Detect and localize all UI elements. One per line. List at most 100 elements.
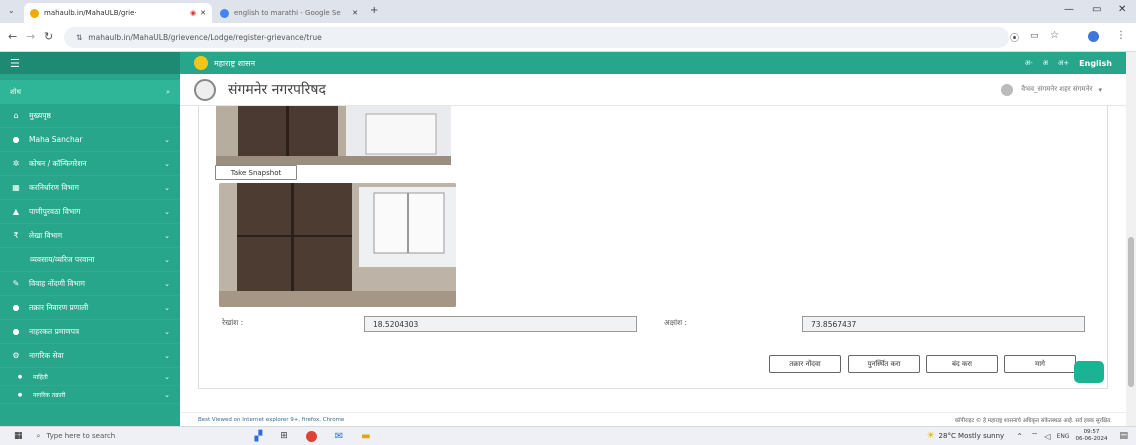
minimize-icon[interactable]: — <box>1064 4 1074 15</box>
browser-tab-active[interactable]: mahaulb.in/MahaULB/grie· ◉ ✕ <box>24 3 212 23</box>
cast-icon[interactable]: ▭ <box>1030 31 1039 41</box>
profile-icon[interactable] <box>1088 31 1099 42</box>
language-toggle[interactable]: English <box>1079 59 1112 68</box>
weather-icon: ☀ <box>926 431 935 441</box>
reload-icon[interactable]: ↻ <box>44 30 53 43</box>
sidebar-subitem-citizen-complaints[interactable]: ● नागरिक तक्रारी ⌄ <box>0 386 180 404</box>
taskview-icon[interactable]: ⊞ <box>280 431 288 441</box>
sidebar-item-grievance[interactable]: ● तक्रार निवारण प्रणाली ⌄ <box>0 296 180 320</box>
widgets-icon[interactable]: ▞ <box>255 431 263 442</box>
font-increase-button[interactable]: अ+ <box>1058 59 1069 68</box>
sidebar-item-noc[interactable]: ● नाहरकत प्रमाणपत्र ⌄ <box>0 320 180 344</box>
home-icon: ⌂ <box>13 111 19 120</box>
forward-arrow-icon[interactable]: → <box>26 30 35 43</box>
mail-icon[interactable]: ✉ <box>335 431 343 442</box>
sidebar-item-citizen-services[interactable]: ⚙ नागरिक सेवा ⌄ <box>0 344 180 368</box>
sidebar: ☰ शोध ⌕ ⌂ मुख्यपृष्ठ ● Maha Sanchar ⌄ ✲ कोषन… <box>0 52 180 426</box>
browser-toolbar: ← → ↻ ⇅ mahaulb.in/MahaULB/grievence/Lod… <box>0 23 1136 52</box>
sidebar-item-water-department[interactable]: ▲ पाणीपुरवठा विभाग ⌄ <box>0 200 180 224</box>
snapshot-image <box>219 183 456 307</box>
ring-icon: ✎ <box>12 279 20 288</box>
clock[interactable]: 09:57 06-06-2024 <box>1076 429 1108 443</box>
sidebar-item-maha-sanchar[interactable]: ● Maha Sanchar ⌄ <box>0 128 180 152</box>
chevron-down-icon: ⌄ <box>164 207 170 216</box>
site-favicon-icon <box>30 8 39 18</box>
site-info-icon[interactable]: ⇅ <box>76 33 82 42</box>
file-explorer-icon[interactable]: ▬ <box>361 431 370 442</box>
reset-button[interactable]: पुनर्स्थित करा <box>848 355 920 373</box>
sidebar-item-configuration[interactable]: ✲ कोषन / कॉन्फिगरेशन ⌄ <box>0 152 180 176</box>
user-avatar[interactable] <box>1001 83 1014 96</box>
window-close-icon[interactable]: ✕ <box>1118 4 1126 15</box>
google-favicon-icon <box>220 8 229 18</box>
font-decrease-button[interactable]: अ- <box>1025 59 1033 68</box>
browser-tab-strip: ⌄ mahaulb.in/MahaULB/grie· ◉ ✕ english t… <box>0 0 1136 23</box>
chevron-down-icon: ⌄ <box>164 327 170 336</box>
chevron-down-icon: ⌄ <box>164 135 170 144</box>
volume-icon[interactable]: ◁ <box>1044 432 1050 441</box>
back-arrow-icon[interactable]: ← <box>8 30 17 43</box>
back-button[interactable]: मागे <box>1004 355 1076 373</box>
chevron-down-icon: ⌄ <box>164 183 170 192</box>
sidebar-item-accounts[interactable]: ₹ लेखा विभाग ⌄ <box>0 224 180 248</box>
sidebar-item-marriage-registration[interactable]: ✎ विवाह नोंदणी विभाग ⌄ <box>0 272 180 296</box>
tab-title: mahaulb.in/MahaULB/grie· <box>44 9 137 17</box>
new-tab-button[interactable]: + <box>370 5 378 16</box>
font-normal-button[interactable]: अ <box>1043 59 1048 68</box>
page-scrollbar[interactable] <box>1126 52 1136 426</box>
tray-chevron-icon[interactable]: ⌃ <box>1016 432 1023 441</box>
browser-menu-icon[interactable]: ⋮ <box>1116 30 1126 41</box>
taskbar-search[interactable]: ⌕ Type here to search <box>37 429 155 444</box>
longitude-field[interactable]: 73.8567437 <box>802 316 1085 332</box>
search-icon[interactable]: ⌕ <box>166 88 170 97</box>
chrome-icon[interactable] <box>305 430 317 442</box>
dot-icon: ● <box>17 373 23 380</box>
hamburger-menu-icon[interactable]: ☰ <box>10 57 20 70</box>
maximize-icon[interactable]: ▭ <box>1092 4 1101 15</box>
sidebar-search[interactable]: शोध ⌕ <box>0 80 180 104</box>
chevron-down-icon[interactable]: ▾ <box>1098 86 1102 94</box>
tab-title: english to marathi - Google Se <box>234 9 341 17</box>
weather-text[interactable]: 28°C Mostly sunny <box>939 432 1005 440</box>
sidebar-item-tax-department[interactable]: ▦ करनिर्धारण विभाग ⌄ <box>0 176 180 200</box>
gear-icon: ✲ <box>12 159 20 168</box>
tab-close-icon[interactable]: ✕ <box>352 9 358 17</box>
chevron-down-icon: ⌄ <box>164 372 170 381</box>
chevron-down-icon: ⌄ <box>164 255 170 264</box>
sidebar-search-label: शोध <box>10 87 21 96</box>
sidebar-item-home[interactable]: ⌂ मुख्यपृष्ठ <box>0 104 180 128</box>
latitude-field[interactable]: 18.5204303 <box>364 316 637 332</box>
location-icon[interactable]: ⦿ <box>1010 31 1019 44</box>
dot-icon: ● <box>17 391 23 398</box>
sidebar-subitem-info[interactable]: ● माहिती ⌄ <box>0 368 180 386</box>
tab-search-icon[interactable]: ⌄ <box>8 6 15 15</box>
drop-icon: ▲ <box>12 207 20 216</box>
url-text: mahaulb.in/MahaULB/grievence/Lodge/regis… <box>88 33 322 42</box>
latitude-label: रेखांश : <box>222 318 244 327</box>
notification-icon[interactable]: ▤ <box>1119 431 1128 441</box>
chevron-down-icon: ⌄ <box>164 351 170 360</box>
circle-icon: ● <box>12 327 20 336</box>
take-snapshot-button[interactable]: Take Snapshot <box>215 165 297 180</box>
government-title: महाराष्ट्र शासन <box>214 58 256 68</box>
clock-date: 06-06-2024 <box>1075 436 1108 442</box>
gears-icon: ⚙ <box>12 351 20 360</box>
sidebar-item-business-license[interactable]: व्यवसाय/व्यरिज परवाना ⌄ <box>0 248 180 272</box>
floating-action-button[interactable] <box>1074 361 1104 383</box>
longitude-label: अक्षांश : <box>664 318 688 327</box>
page-header: संगमनेर नगरपरिषद वैभव_संगमनेर शहर संगमने… <box>180 74 1126 106</box>
scrollbar-thumb[interactable] <box>1128 237 1134 387</box>
submit-grievance-button[interactable]: तक्रार नोंदवा <box>769 355 841 373</box>
chat-icon: ● <box>12 303 20 312</box>
browser-tab[interactable]: english to marathi - Google Se ✕ <box>214 3 364 23</box>
os-taskbar: ▦ ⌕ Type here to search ▞ ⊞ ✉ ▬ ☀ 28°C M… <box>0 426 1136 445</box>
chevron-down-icon: ⌄ <box>164 159 170 168</box>
address-bar[interactable]: ⇅ mahaulb.in/MahaULB/grievence/Lodge/reg… <box>64 27 1009 48</box>
lang-indicator[interactable]: ENG <box>1057 433 1070 440</box>
user-menu[interactable]: वैभव_संगमनेर शहर संगमनेर <box>1021 85 1092 94</box>
windows-start-icon[interactable]: ▦ <box>14 431 23 441</box>
network-icon[interactable]: ⌔ <box>1031 431 1039 441</box>
tab-close-icon[interactable]: ✕ <box>200 9 206 17</box>
close-button[interactable]: बंद करा <box>926 355 998 373</box>
bookmark-star-icon[interactable]: ☆ <box>1050 30 1059 41</box>
